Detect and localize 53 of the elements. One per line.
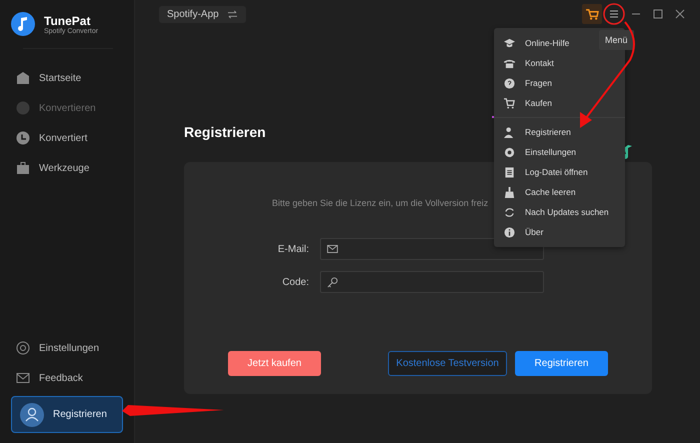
refresh-icon bbox=[504, 206, 515, 218]
cart-icon bbox=[586, 8, 598, 20]
question-icon bbox=[504, 78, 515, 88]
email-field[interactable] bbox=[320, 238, 544, 260]
menu-item[interactable]: Kaufen bbox=[494, 93, 625, 113]
menu-item[interactable]: Kontakt bbox=[494, 53, 625, 73]
menu-item[interactable]: Fragen bbox=[494, 73, 625, 93]
field-label: E-Mail: bbox=[276, 244, 309, 254]
cart-icon bbox=[504, 98, 515, 108]
register-submit-button[interactable]: Registrieren bbox=[515, 351, 608, 376]
info-icon bbox=[504, 226, 515, 238]
document-icon bbox=[504, 166, 515, 178]
nav-item[interactable]: Startseite bbox=[11, 63, 123, 93]
music-note-logo bbox=[11, 12, 35, 36]
envelope-icon bbox=[327, 245, 338, 253]
field-label: Code: bbox=[281, 276, 309, 288]
menu-item[interactable]: Einstellungen bbox=[494, 142, 625, 162]
settings-icon bbox=[504, 146, 515, 158]
maximize-icon bbox=[653, 9, 663, 19]
swap-icon bbox=[226, 10, 238, 18]
phone-icon bbox=[504, 58, 515, 68]
nav-item[interactable]: Konvertiert bbox=[11, 123, 123, 153]
user-icon bbox=[20, 402, 44, 426]
graduation-cap-icon bbox=[504, 38, 515, 48]
settings-icon bbox=[16, 341, 30, 355]
envelope-icon bbox=[16, 371, 30, 385]
menu-icon bbox=[609, 9, 619, 19]
menu-item[interactable]: Cache leeren bbox=[494, 182, 625, 202]
nav-item[interactable]: Feedback bbox=[11, 363, 123, 393]
tooltip: Menü bbox=[599, 30, 634, 50]
toolbox-icon bbox=[16, 161, 30, 175]
page-title: Registrieren bbox=[184, 124, 266, 140]
menu-item[interactable]: Über bbox=[494, 222, 625, 242]
house-icon bbox=[16, 71, 30, 85]
app-name: TunePat bbox=[44, 14, 92, 28]
code-field[interactable] bbox=[320, 271, 544, 293]
source-selector[interactable]: Spotify-App bbox=[159, 6, 246, 22]
cart-button[interactable] bbox=[582, 4, 602, 24]
user-icon bbox=[504, 126, 515, 138]
key-icon bbox=[327, 276, 338, 288]
source-label: Spotify-App bbox=[167, 8, 219, 20]
broom-icon bbox=[504, 186, 515, 198]
license-prompt: Bitte geben Sie die Lizenz ein, um die Vollversion freiz bbox=[272, 198, 488, 208]
nav-item[interactable]: Werkzeuge bbox=[11, 153, 123, 183]
clock-icon bbox=[16, 131, 30, 145]
menu-item[interactable]: Nach Updates suchen bbox=[494, 202, 625, 222]
menu-item[interactable]: Log-Datei öffnen bbox=[494, 162, 625, 182]
menu-item[interactable]: Registrieren bbox=[494, 122, 625, 142]
highlight-circle bbox=[603, 3, 625, 25]
nav-item[interactable]: Einstellungen bbox=[11, 333, 123, 363]
register-button[interactable]: Registrieren bbox=[11, 396, 123, 433]
close-icon bbox=[675, 9, 685, 19]
free-trial-button[interactable]: Kostenlose Testversion bbox=[388, 351, 507, 376]
